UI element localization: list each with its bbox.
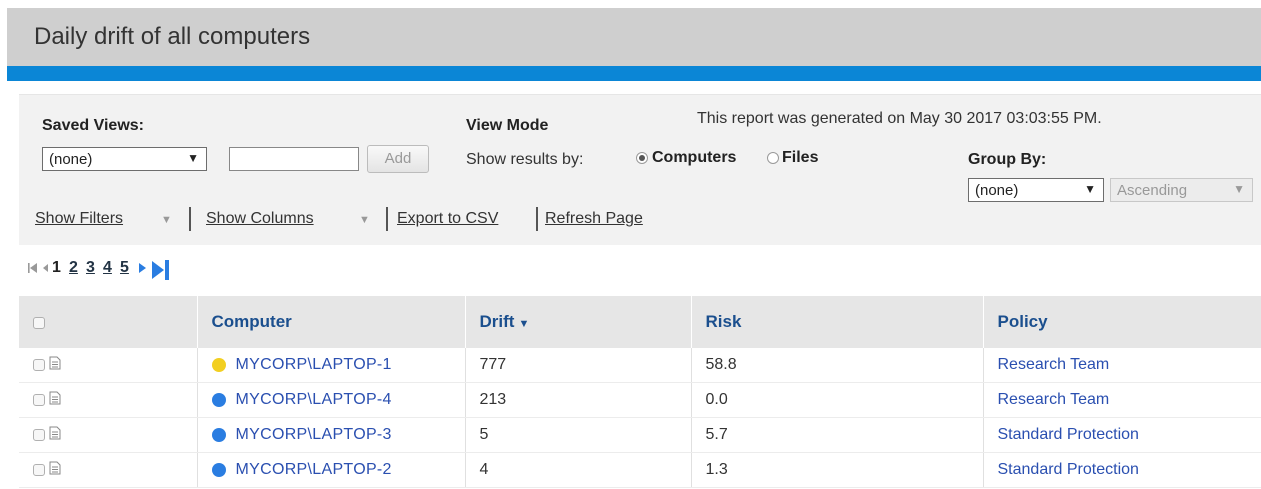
group-by-label: Group By: — [968, 151, 1047, 168]
status-dot-icon — [211, 357, 226, 372]
refresh-page-link[interactable]: Refresh Page — [545, 210, 643, 228]
saved-views-label: Saved Views: — [42, 117, 144, 134]
status-dot-icon — [211, 462, 226, 477]
saved-views-select[interactable]: (none) ▼ — [42, 147, 207, 171]
policy-cell: Research Team — [983, 348, 1261, 383]
filters-dropdown-icon[interactable]: ▼ — [161, 214, 172, 226]
computer-link[interactable]: MYCORP\LAPTOP-3 — [236, 426, 392, 443]
policy-link[interactable]: Standard Protection — [998, 426, 1139, 443]
column-header-policy[interactable]: Policy — [983, 296, 1261, 348]
status-dot-icon — [211, 427, 226, 442]
policy-cell: Standard Protection — [983, 452, 1261, 488]
drift-cell: 213 — [465, 382, 692, 418]
computer-cell: MYCORP\LAPTOP-3 — [197, 417, 466, 453]
details-icon[interactable] — [49, 356, 61, 375]
risk-cell: 1.3 — [691, 452, 984, 488]
row-checkbox[interactable] — [33, 359, 45, 371]
page-link[interactable]: 5 — [120, 259, 129, 277]
last-page-icon[interactable] — [151, 258, 171, 287]
group-by-value: (none) — [975, 182, 1019, 199]
computer-link[interactable]: MYCORP\LAPTOP-1 — [236, 356, 392, 373]
page-title: Daily drift of all computers — [34, 23, 311, 50]
table-row[interactable]: MYCORP\LAPTOP-3 5 5.7 Standard Protection — [19, 417, 1261, 453]
page-link[interactable]: 2 — [69, 259, 78, 277]
policy-link[interactable]: Standard Protection — [998, 461, 1139, 478]
select-all-checkbox[interactable] — [33, 316, 45, 329]
sort-descending-icon: ▼ — [518, 318, 530, 330]
radio-computers-label[interactable]: Computers — [652, 149, 736, 167]
generated-timestamp: This report was generated on May 30 2017… — [697, 110, 1102, 127]
add-button[interactable]: Add — [367, 145, 429, 173]
row-checkbox[interactable] — [33, 394, 45, 406]
row-checkbox[interactable] — [33, 464, 45, 476]
computer-cell: MYCORP\LAPTOP-2 — [197, 452, 466, 488]
computer-link[interactable]: MYCORP\LAPTOP-4 — [236, 391, 392, 408]
risk-cell: 0.0 — [691, 382, 984, 418]
drift-cell: 777 — [465, 348, 692, 383]
radio-files[interactable] — [767, 152, 779, 164]
row-checkbox[interactable] — [33, 429, 45, 441]
chevron-down-icon: ▼ — [187, 151, 199, 165]
risk-cell: 58.8 — [691, 348, 984, 383]
column-header-drift[interactable]: Drift ▼ — [465, 296, 692, 348]
table-header-row: Computer Drift ▼ Risk Policy — [19, 296, 1261, 348]
column-header-risk[interactable]: Risk — [691, 296, 984, 348]
next-page-icon[interactable] — [138, 260, 148, 281]
policy-cell: Research Team — [983, 382, 1261, 418]
separator — [189, 207, 191, 231]
row-select-cell — [19, 452, 198, 488]
separator — [536, 207, 538, 231]
status-dot-icon — [211, 392, 226, 407]
previous-page-icon[interactable] — [41, 260, 49, 281]
row-select-cell — [19, 382, 198, 418]
computer-cell: MYCORP\LAPTOP-1 — [197, 348, 466, 383]
radio-files-label[interactable]: Files — [782, 149, 818, 167]
policy-link[interactable]: Research Team — [998, 391, 1110, 408]
show-results-label: Show results by: — [466, 151, 584, 168]
drift-table: Computer Drift ▼ Risk Policy MYCORP\LAPTO… — [19, 296, 1261, 488]
table-row[interactable]: MYCORP\LAPTOP-4 213 0.0 Research Team — [19, 382, 1261, 418]
drift-cell: 5 — [465, 417, 692, 453]
sort-order-value: Ascending — [1117, 182, 1188, 199]
group-by-select[interactable]: (none) ▼ — [968, 178, 1104, 202]
row-select-cell — [19, 348, 198, 383]
details-icon[interactable] — [49, 461, 61, 480]
select-all-header — [19, 296, 198, 348]
separator — [386, 207, 388, 231]
computer-link[interactable]: MYCORP\LAPTOP-2 — [236, 461, 392, 478]
first-page-icon[interactable] — [27, 260, 39, 281]
table-row[interactable]: MYCORP\LAPTOP-2 4 1.3 Standard Protection — [19, 452, 1261, 488]
saved-view-name-input[interactable] — [229, 147, 359, 171]
column-header-computer[interactable]: Computer — [197, 296, 466, 348]
current-page: 1 — [52, 259, 61, 276]
page-link[interactable]: 3 — [86, 259, 95, 277]
row-select-cell — [19, 417, 198, 453]
columns-dropdown-icon[interactable]: ▼ — [359, 214, 370, 226]
risk-cell: 5.7 — [691, 417, 984, 453]
view-mode-label: View Mode — [466, 117, 549, 134]
page-link[interactable]: 4 — [103, 259, 112, 277]
computer-cell: MYCORP\LAPTOP-4 — [197, 382, 466, 418]
show-columns-link[interactable]: Show Columns — [206, 210, 314, 228]
chevron-down-icon: ▼ — [1084, 182, 1096, 196]
drift-cell: 4 — [465, 452, 692, 488]
saved-views-value: (none) — [49, 151, 93, 168]
details-icon[interactable] — [49, 426, 61, 445]
accent-bar — [7, 66, 1261, 81]
export-csv-link[interactable]: Export to CSV — [397, 210, 498, 228]
details-icon[interactable] — [49, 391, 61, 410]
show-filters-link[interactable]: Show Filters — [35, 210, 123, 228]
policy-cell: Standard Protection — [983, 417, 1261, 453]
chevron-down-icon: ▼ — [1233, 182, 1245, 196]
table-row[interactable]: MYCORP\LAPTOP-1 777 58.8 Research Team — [19, 348, 1261, 383]
policy-link[interactable]: Research Team — [998, 356, 1110, 373]
sort-order-select: Ascending ▼ — [1110, 178, 1253, 202]
title-bar: Daily drift of all computers — [7, 8, 1261, 66]
radio-computers[interactable] — [636, 152, 648, 164]
